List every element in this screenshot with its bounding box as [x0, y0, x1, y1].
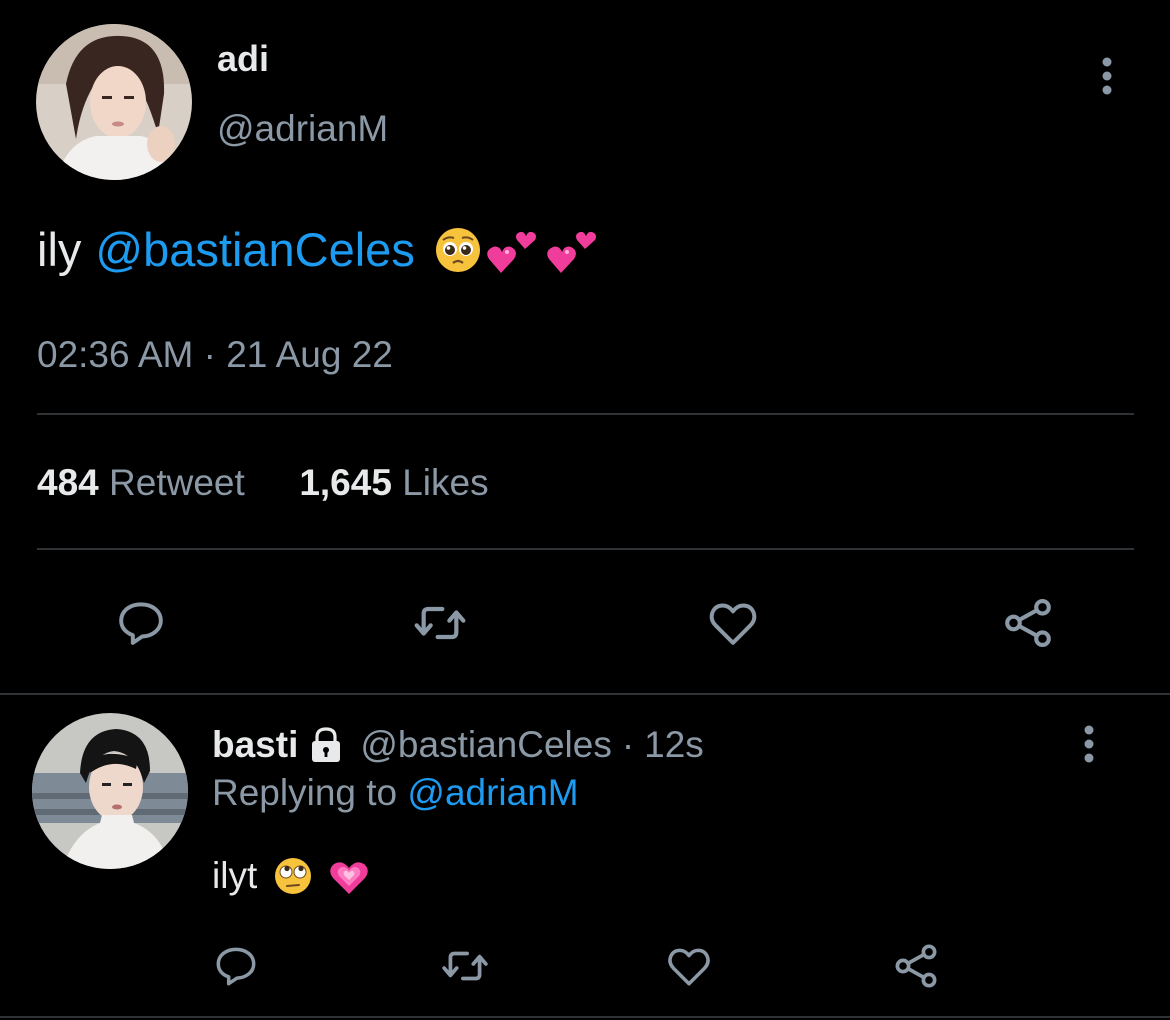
reply-share-button[interactable]	[881, 931, 951, 1001]
tweet-timestamp[interactable]: 02:36 AM · 21 Aug 22	[37, 334, 393, 376]
bottom-divider	[0, 1016, 1170, 1018]
replying-to-mention[interactable]: @adrianM	[407, 772, 578, 813]
reply-like-button[interactable]	[654, 931, 724, 1001]
reply-author-line: basti @bastianCeles · 12s	[212, 724, 704, 766]
reply-icon	[216, 947, 256, 986]
retweet-count[interactable]: 484	[37, 462, 99, 503]
divider	[37, 413, 1134, 415]
like-count[interactable]: 1,645	[299, 462, 392, 503]
lock-icon	[306, 727, 346, 763]
two-hearts-emoji-icon	[547, 231, 596, 273]
like-label[interactable]: Likes	[402, 462, 488, 503]
replying-to-line: Replying to @adrianM	[212, 772, 579, 814]
pleading-face-emoji-icon	[435, 227, 480, 272]
replying-to-label: Replying to	[212, 772, 398, 813]
author-handle[interactable]: @adrianM	[217, 108, 388, 150]
reply-text-content: ilyt	[212, 855, 258, 896]
divider	[37, 548, 1134, 550]
heart-icon	[668, 948, 710, 986]
reply-author-name[interactable]: basti	[212, 724, 298, 766]
retweet-icon	[442, 951, 488, 981]
reply-retweet-button[interactable]	[430, 931, 500, 1001]
reply-text: ilyt	[212, 855, 371, 897]
mention-link[interactable]: @bastianCeles	[95, 222, 414, 277]
author-avatar[interactable]	[36, 24, 192, 180]
reply-age[interactable]: 12s	[644, 724, 704, 766]
reply-author-handle[interactable]: @bastianCeles	[360, 724, 611, 766]
retweet-icon	[414, 606, 466, 640]
section-divider	[0, 693, 1170, 695]
reply-button[interactable]	[106, 588, 176, 658]
share-icon	[1005, 598, 1051, 648]
author-name[interactable]: adi	[217, 38, 269, 80]
share-button[interactable]	[993, 588, 1063, 658]
tweet-emojis	[433, 225, 603, 275]
retweet-button[interactable]	[405, 588, 475, 658]
tweet-stats: 484 Retweet 1,645 Likes	[37, 462, 489, 504]
heart-icon	[709, 603, 757, 645]
growing-heart-emoji-icon	[330, 862, 369, 894]
tweet-text-prefix: ily	[37, 223, 82, 276]
two-hearts-emoji-icon	[487, 231, 536, 273]
reply-reply-button[interactable]	[201, 931, 271, 1001]
like-button[interactable]	[698, 588, 768, 658]
tweet-text: ily @bastianCeles	[37, 222, 603, 277]
share-icon	[895, 944, 937, 988]
more-options-icon[interactable]	[1092, 56, 1122, 96]
retweet-label[interactable]: Retweet	[109, 462, 245, 503]
face-with-rolling-eyes-emoji-icon	[275, 858, 312, 894]
reply-icon	[119, 602, 163, 645]
reply-more-options-icon[interactable]	[1074, 724, 1104, 764]
reply-author-avatar[interactable]	[32, 713, 188, 869]
reply-separator: ·	[621, 724, 635, 765]
